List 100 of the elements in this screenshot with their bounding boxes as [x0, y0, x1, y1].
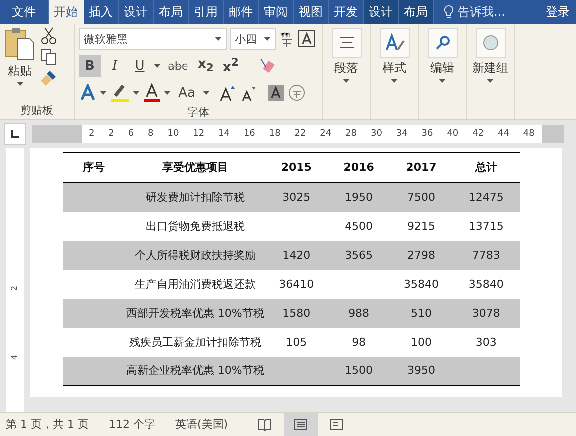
table-cell: 510	[390, 298, 453, 328]
table-cell: 36410	[265, 270, 328, 298]
ruler-number: 28	[346, 129, 358, 139]
table-cell: 9215	[390, 212, 453, 240]
clipboard-icon	[4, 27, 36, 61]
caret-icon	[343, 79, 350, 83]
table-cell: 13715	[452, 212, 520, 240]
ruler-number: 2	[88, 129, 95, 139]
caret-icon	[133, 91, 140, 95]
copy-icon[interactable]	[40, 48, 58, 66]
horizontal-ruler[interactable]: 2 2 6 8 10 12 14 16 18 22 24 28 30 34 36 40 42 44 48	[32, 125, 564, 143]
sign-in-link[interactable]: 登录	[540, 0, 576, 24]
table-cell: 个人所得税财政扶持奖励	[125, 240, 266, 270]
change-case-button[interactable]: Aa	[174, 82, 200, 104]
page-count[interactable]: 第 1 页，共 1 页	[6, 417, 89, 432]
web-page-icon	[330, 418, 344, 430]
table-cell: 3565	[328, 240, 390, 270]
table-cell: 1580	[265, 298, 328, 328]
caret-icon	[215, 37, 222, 41]
group-label: 字体	[186, 105, 210, 119]
table-cell: 2798	[390, 240, 453, 270]
table-cell: 1500	[328, 356, 390, 386]
lightbulb-icon	[444, 5, 454, 19]
print-layout-button[interactable]	[284, 412, 318, 436]
page-icon	[294, 418, 308, 430]
ruler-number: 8	[148, 129, 154, 139]
table-cell: 残疾员工薪金加计扣除节税	[125, 328, 266, 356]
font-color-icon[interactable]	[143, 83, 161, 103]
phonetic-guide-icon[interactable]	[279, 30, 295, 48]
caret-icon	[100, 91, 107, 95]
paste-button[interactable]: 粘贴	[4, 27, 36, 103]
ribbon-button[interactable]: 新建组	[472, 28, 508, 83]
table-cell: 303	[452, 328, 520, 356]
ruler-number: 40	[447, 129, 459, 139]
ruler-number: 18	[269, 129, 281, 139]
table-cell: 35840	[452, 270, 520, 298]
ruler-number: 44	[498, 129, 510, 139]
ribbon-tab[interactable]: 设计	[364, 0, 399, 24]
table-cell: 高新企业税率优惠 10%节税	[125, 356, 266, 386]
font-size-field[interactable]: 小四	[230, 28, 276, 50]
subscript-button[interactable]: x$_{2}$	[195, 55, 217, 77]
highlighter-icon[interactable]	[110, 83, 130, 103]
ruler-number: 6	[128, 129, 134, 139]
table-cell: 7783	[452, 240, 520, 270]
table-cell: 105	[265, 328, 328, 356]
caret-icon	[164, 91, 171, 95]
scissors-icon[interactable]	[40, 27, 58, 45]
underline-button[interactable]: U	[129, 55, 151, 77]
ruler-number: 24	[320, 129, 332, 139]
superscript-button[interactable]: x$^{2}$	[220, 55, 242, 77]
table-cell: 12475	[452, 182, 520, 212]
ruler-number: 14	[218, 129, 230, 139]
ribbon-tab[interactable]: 布局	[399, 0, 434, 24]
ruler-number: 16	[244, 129, 256, 139]
tell-me-field[interactable]: 告诉我...	[458, 4, 506, 20]
word-count[interactable]: 112 个字	[108, 417, 156, 432]
ruler-number: 22	[294, 129, 306, 139]
bold-button[interactable]: B	[79, 55, 101, 77]
caret-icon	[203, 91, 210, 95]
character-shading-icon[interactable]	[267, 84, 285, 102]
table-cell: 988	[328, 298, 390, 328]
tab-stop-selector[interactable]	[4, 123, 26, 145]
table-cell: 35840	[390, 270, 453, 298]
caret-icon	[439, 79, 446, 83]
ruler-number: 36	[422, 129, 434, 139]
shrink-font-icon[interactable]	[240, 84, 258, 102]
table-cell: 3078	[452, 298, 520, 328]
ruler-number: 10	[168, 129, 180, 139]
ruler-number: 42	[472, 129, 484, 139]
ruler-number: 2	[10, 286, 20, 292]
caret-icon	[487, 79, 494, 83]
table-cell: 出口货物免费抵退税	[125, 212, 266, 240]
caret-icon	[154, 64, 161, 68]
language-indicator[interactable]: 英语(美国)	[175, 417, 228, 432]
character-border-icon[interactable]	[298, 30, 316, 48]
table-cell: 研发费加计扣除节税	[125, 182, 266, 212]
ruler-number: 12	[193, 129, 205, 139]
brush-icon[interactable]	[40, 69, 58, 87]
circle-icon	[482, 34, 500, 52]
ruler-number: 2	[108, 129, 114, 139]
italic-button[interactable]: I	[104, 55, 126, 77]
styles-icon	[384, 33, 404, 53]
caret-icon	[264, 37, 271, 41]
table-cell: 4500	[328, 212, 390, 240]
text-effects-icon[interactable]	[79, 84, 97, 102]
font-name-field[interactable]: 微软雅黑	[79, 28, 227, 50]
grow-font-icon[interactable]	[219, 84, 237, 102]
ribbon-tab[interactable]: 开始	[49, 0, 84, 24]
book-icon	[258, 418, 272, 430]
table-cell: 100	[390, 328, 453, 356]
paragraph-icon	[338, 37, 354, 49]
table-cell: 1420	[265, 240, 328, 270]
table-cell: 98	[328, 328, 390, 356]
table-cell: 3025	[265, 182, 328, 212]
caret-icon	[16, 82, 24, 86]
caret-icon	[391, 79, 398, 83]
ruler-number: 4	[10, 354, 20, 360]
group-label: 剪贴板	[20, 103, 54, 117]
left-tab-icon	[11, 130, 19, 138]
table-cell: 西部开发税率优惠 10%节税	[125, 298, 266, 328]
